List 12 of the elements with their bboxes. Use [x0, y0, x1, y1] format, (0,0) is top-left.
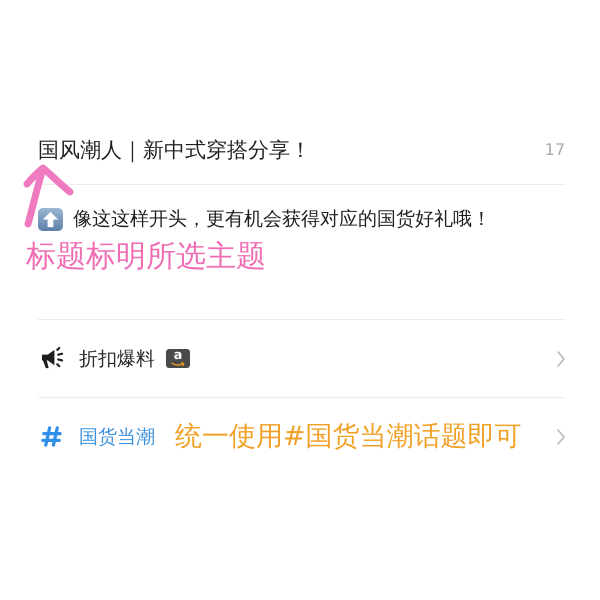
badge-letter: a — [174, 350, 182, 362]
annotation-text: 标题标明所选主题 — [26, 239, 266, 275]
hash-icon — [41, 426, 62, 447]
annotation-text: 统一使用#国货当潮话题即可 — [175, 420, 522, 454]
character-count: 17 — [544, 140, 565, 160]
chevron-right-icon[interactable] — [557, 428, 565, 444]
category-label[interactable]: 折扣爆料 — [79, 346, 155, 372]
post-title[interactable]: 国风潮人｜新中式穿搭分享！ — [38, 135, 311, 165]
smile-arrow-icon — [171, 362, 185, 367]
post-body-text: 像这这样开头，更有机会获得对应的国货好礼哦！ — [73, 207, 491, 232]
megaphone-icon — [40, 347, 65, 370]
chevron-right-icon[interactable] — [557, 350, 565, 366]
